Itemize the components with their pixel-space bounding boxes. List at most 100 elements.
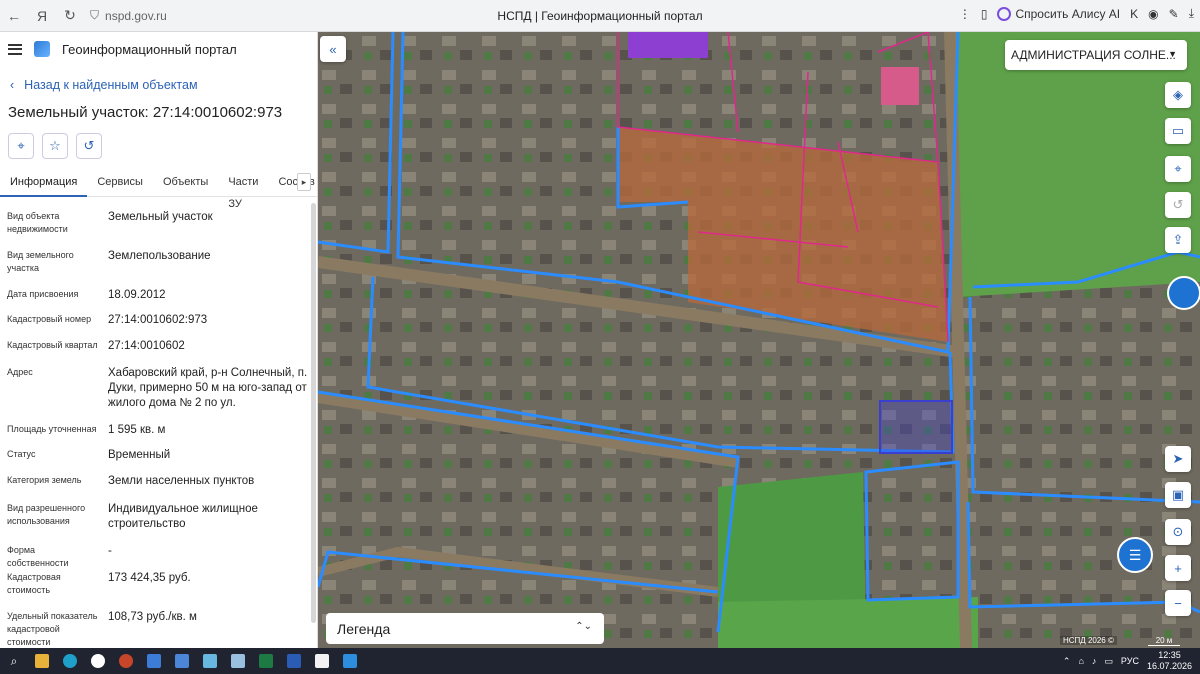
address-bar[interactable]: ⛉ nspd.gov.ru: [90, 8, 167, 23]
bookmark-icon[interactable]: ▯: [981, 7, 988, 21]
app-icon[interactable]: [224, 648, 252, 674]
layers-button[interactable]: ◈: [1165, 82, 1191, 108]
app-icon[interactable]: [140, 648, 168, 674]
chat-button[interactable]: ☰: [1117, 537, 1153, 573]
app-icon[interactable]: [168, 648, 196, 674]
copyright: НСПД 2026 ©: [1060, 636, 1117, 645]
property-value: Временный: [108, 449, 171, 461]
tab-objects[interactable]: Объекты: [153, 171, 218, 197]
select-on-map-button[interactable]: ⌖: [8, 133, 34, 159]
app-icon[interactable]: [196, 648, 224, 674]
extension-icon-2[interactable]: ◉: [1148, 7, 1158, 21]
map-view[interactable]: « АДМИНИСТРАЦИЯ СОЛНЕ... ▼ ◈ ▭ ⌖ ↺ ⇪ ➤ ▣…: [318, 32, 1200, 648]
tab-services[interactable]: Сервисы: [87, 171, 153, 197]
time: 12:35: [1158, 650, 1181, 660]
date: 16.07.2026: [1146, 661, 1192, 671]
caret-down-icon: ▼: [1168, 49, 1177, 59]
app-icon[interactable]: [112, 648, 140, 674]
network-icon[interactable]: ⌂: [1078, 656, 1083, 666]
property-value: -: [108, 545, 112, 557]
downloads-icon[interactable]: ⤓: [1189, 6, 1194, 21]
property-value: 173 424,35 руб.: [108, 572, 191, 584]
history-button[interactable]: ↺: [76, 133, 102, 159]
select-area-button[interactable]: ⌖: [1165, 156, 1191, 182]
tab-parts[interactable]: Части ЗУ: [218, 171, 268, 210]
property-key: Форма собственности: [7, 545, 69, 568]
property-value: 108,73 руб./кв. м: [108, 611, 197, 623]
tabs-scroll-right-button[interactable]: ▸: [297, 173, 311, 191]
panel-scrollbar[interactable]: [311, 203, 316, 623]
battery-icon[interactable]: ▭: [1104, 656, 1113, 667]
taskbar: ⌕ ⌃ ⌂ ♪ ▭ РУС 12:35 16.07.2026: [0, 648, 1200, 674]
app-icon[interactable]: [308, 648, 336, 674]
favorite-star-button[interactable]: ☆: [42, 133, 68, 159]
property-key: Статус: [7, 449, 36, 459]
history-map-button[interactable]: ↺: [1165, 192, 1191, 218]
yandex-browser-icon[interactable]: [84, 648, 112, 674]
property-key: Удельный показатель кадастровой стоимост…: [7, 611, 98, 647]
property-value: 18.09.2012: [108, 289, 166, 301]
alice-icon: [997, 6, 1012, 21]
back-to-results-link[interactable]: ‹ Назад к найденным объектам: [10, 78, 317, 92]
info-panel: Геоинформационный портал ‹ Назад к найде…: [0, 32, 318, 648]
administration-select-value: АДМИНИСТРАЦИЯ СОЛНЕ...: [1011, 48, 1176, 62]
property-key: Дата присвоения: [7, 289, 79, 299]
alice-button[interactable]: Спросить Алису AI: [997, 6, 1121, 21]
portal-logo-icon: [34, 41, 50, 57]
yandex-icon[interactable]: Я: [28, 8, 56, 24]
chat-icon: ☰: [1128, 546, 1142, 563]
selected-parcel[interactable]: [879, 400, 953, 454]
administration-select[interactable]: АДМИНИСТРАЦИЯ СОЛНЕ... ▼: [1005, 40, 1187, 70]
property-key: Вид разрешенного использования: [7, 503, 86, 526]
url-text: nspd.gov.ru: [105, 8, 167, 23]
assistant-icon[interactable]: [1167, 276, 1200, 310]
portal-name: Геоинформационный портал: [62, 41, 237, 57]
ruler-button[interactable]: ▭: [1165, 118, 1191, 144]
app-header: Геоинформационный портал: [0, 32, 317, 66]
reload-icon[interactable]: ↻: [56, 7, 84, 24]
more-icon[interactable]: ⋮: [959, 7, 971, 21]
chevron-up-icon[interactable]: ⌃: [1063, 656, 1071, 667]
system-tray: ⌃ ⌂ ♪ ▭ РУС 12:35 16.07.2026: [1063, 650, 1192, 672]
object-title: Земельный участок: 27:14:0010602:973: [8, 104, 283, 121]
property-value: Земли населенных пунктов: [108, 475, 255, 487]
legend-label: Легенда: [337, 620, 391, 637]
collapse-panel-button[interactable]: «: [320, 36, 346, 62]
menu-icon[interactable]: [8, 43, 22, 55]
tab-info[interactable]: Информация: [0, 171, 88, 197]
puzzle-icon[interactable]: ✎: [1169, 7, 1179, 21]
language-indicator[interactable]: РУС: [1121, 656, 1139, 666]
field-area: [718, 597, 978, 648]
updown-caret-icon: ⌃⌄: [575, 621, 592, 632]
property-key: Кадастровый квартал: [7, 340, 98, 350]
search-icon[interactable]: ⌕: [0, 648, 28, 674]
property-key: Вид земельного участка: [7, 250, 74, 273]
app-icon[interactable]: [336, 648, 364, 674]
file-explorer-icon[interactable]: [28, 648, 56, 674]
volume-icon[interactable]: ♪: [1092, 656, 1097, 666]
basemap-button[interactable]: ▣: [1165, 482, 1191, 508]
property-value: Хабаровский край, р-н Солнечный, п. Дуки…: [108, 367, 308, 409]
property-value: 1 595 кв. м: [108, 424, 166, 436]
word-icon[interactable]: [280, 648, 308, 674]
property-value: 27:14:0010602:973: [108, 314, 208, 326]
legend-dropdown[interactable]: Легенда ⌃⌄: [326, 613, 604, 644]
back-label: Назад к найденным объектам: [24, 78, 198, 92]
zoom-in-button[interactable]: +: [1165, 555, 1191, 581]
clock[interactable]: 12:35 16.07.2026: [1147, 650, 1192, 672]
excel-icon[interactable]: [252, 648, 280, 674]
lock-icon: ⛉: [90, 8, 100, 22]
edge-icon[interactable]: [56, 648, 84, 674]
tabs: Информация Сервисы Объекты Части ЗУ Сост…: [0, 171, 317, 210]
back-arrow-icon[interactable]: ←: [0, 8, 28, 24]
search-map-button[interactable]: ⊙: [1165, 519, 1191, 545]
extension-icon[interactable]: K: [1130, 7, 1138, 21]
alice-label: Спросить Алису AI: [1015, 6, 1121, 21]
property-key: Кадастровая стоимость: [7, 572, 61, 595]
scale-bar: 20 м: [1148, 636, 1180, 646]
zoom-out-button[interactable]: −: [1165, 590, 1191, 616]
share-button[interactable]: ⇪: [1165, 227, 1191, 253]
building: [881, 67, 919, 105]
browser-toolbar: ← Я ↻ ⛉ nspd.gov.ru НСПД | Геоинформацио…: [0, 0, 1200, 32]
geolocation-button[interactable]: ➤: [1165, 446, 1191, 472]
